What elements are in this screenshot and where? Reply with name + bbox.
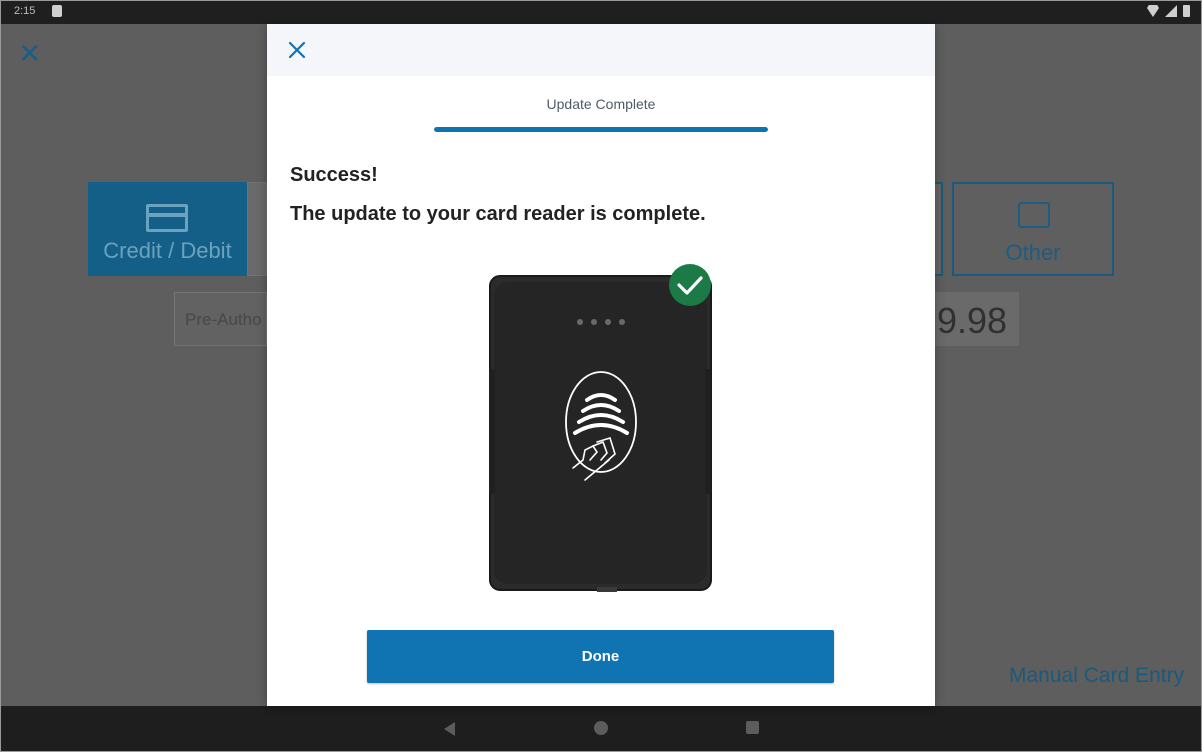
check-circle-icon xyxy=(669,264,711,306)
update-complete-dialog: Update Complete Success! The update to y… xyxy=(267,24,935,706)
signal-icon xyxy=(1165,5,1177,17)
progress-bar xyxy=(434,127,768,132)
status-time: 2:15 xyxy=(14,5,36,17)
reader-port xyxy=(597,587,617,592)
wifi-icon xyxy=(1147,5,1159,17)
notification-icon xyxy=(52,5,62,17)
amount-display: 9.98 xyxy=(935,292,1019,346)
home-icon[interactable] xyxy=(594,721,608,735)
navigation-bar xyxy=(0,706,1202,752)
close-icon xyxy=(288,41,306,59)
reader-side-left xyxy=(489,369,495,494)
tile-partial-right xyxy=(935,182,943,276)
tile-credit-debit: Credit / Debit xyxy=(88,182,247,276)
pre-auth-label: Pre-Autho xyxy=(185,310,262,329)
background-close-icon: ✕ xyxy=(18,38,42,69)
done-button[interactable]: Done xyxy=(367,630,834,683)
progress-fill xyxy=(434,127,768,132)
recent-apps-icon[interactable] xyxy=(746,721,759,734)
success-heading: Success! xyxy=(290,164,378,186)
close-button[interactable] xyxy=(285,38,309,62)
credit-card-icon xyxy=(146,204,188,232)
pre-auth-field: Pre-Autho xyxy=(174,292,267,346)
back-icon[interactable] xyxy=(444,722,455,736)
tile-other: Other xyxy=(952,182,1114,276)
battery-icon xyxy=(1183,5,1190,17)
card-reader-illustration xyxy=(489,264,712,592)
reader-side-right xyxy=(705,369,711,494)
reader-face xyxy=(494,282,707,584)
other-payment-icon xyxy=(1018,202,1050,228)
dialog-header xyxy=(267,24,935,76)
step-title: Update Complete xyxy=(546,96,656,112)
status-icons xyxy=(1147,5,1190,17)
amount-value: 9.98 xyxy=(937,300,1008,341)
success-message: The update to your card reader is comple… xyxy=(290,203,706,225)
manual-card-entry-link: Manual Card Entry xyxy=(1009,664,1185,687)
tile-other-label: Other xyxy=(1005,240,1061,265)
tile-credit-debit-label: Credit / Debit xyxy=(103,238,232,263)
tile-partial-left xyxy=(247,182,267,276)
status-bar: 2:15 xyxy=(0,0,1202,24)
